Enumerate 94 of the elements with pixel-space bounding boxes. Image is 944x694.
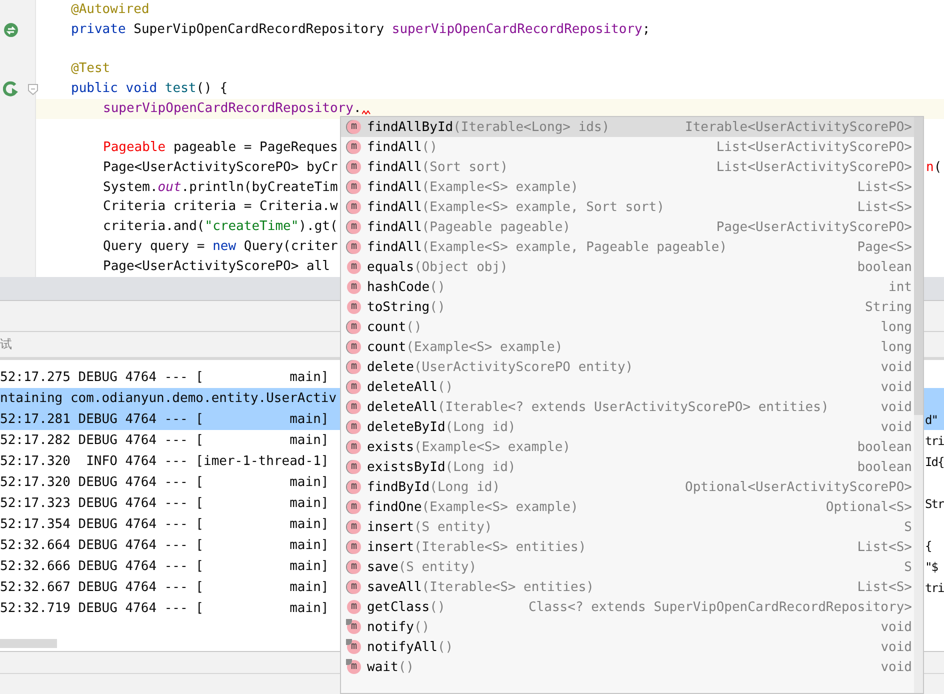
- method-icon: m: [346, 379, 362, 395]
- method-icon: m: [346, 239, 362, 255]
- completion-item[interactable]: m count() long: [341, 317, 914, 337]
- scrollbar-thumb[interactable]: [914, 117, 923, 415]
- code-line: superVipOpenCardRecordRepository.: [103, 100, 362, 117]
- log-line: "$: [925, 560, 938, 574]
- method-icon: m: [346, 579, 362, 595]
- completion-item[interactable]: m insert(S entity) S: [341, 517, 914, 537]
- run-icon[interactable]: [3, 80, 19, 97]
- fold-icon[interactable]: [28, 84, 38, 95]
- completion-item[interactable]: m findAll() List<UserActivityScorePO>: [341, 137, 914, 157]
- code-line: @Autowired: [71, 2, 150, 18]
- completion-item[interactable]: m save(S entity) S: [341, 557, 914, 577]
- completion-item[interactable]: m findAll(Sort sort) List<UserActivityScorePO>: [341, 157, 914, 177]
- method-icon: m: [346, 139, 362, 155]
- code-line: public void test() {: [71, 80, 228, 97]
- method-icon: m: [346, 199, 362, 215]
- method-icon: m: [346, 339, 362, 355]
- log-line: 52:32.664 DEBUG 4764 --- [ main]: [0, 538, 329, 553]
- method-icon: m: [346, 479, 362, 495]
- completion-item[interactable]: m insert(Iterable<S> entities) List<S>: [341, 537, 914, 557]
- method-icon: m: [346, 159, 362, 175]
- completion-item[interactable]: m deleteAll() void: [341, 377, 914, 397]
- code-line: criteria.and("createTime").gt(: [103, 219, 338, 236]
- completion-item[interactable]: m existsById(Long id) boolean: [341, 457, 914, 477]
- method-icon: m: [346, 119, 362, 135]
- run-tab[interactable]: 试: [0, 336, 12, 353]
- completion-item[interactable]: m delete(UserActivityScorePO entity) void: [341, 357, 914, 377]
- log-line: d": [925, 412, 938, 426]
- log-line: 52:17.354 DEBUG 4764 --- [ main]: [0, 517, 329, 532]
- method-icon: m: [346, 359, 362, 375]
- method-icon: m: [346, 259, 362, 275]
- log-line: Id{: [925, 454, 944, 468]
- completion-item[interactable]: m saveAll(Iterable<S> entities) List<S>: [341, 577, 914, 597]
- completion-item[interactable]: m equals(Object obj) boolean: [341, 257, 914, 277]
- log-line: 52:17.282 DEBUG 4764 --- [ main]: [0, 433, 329, 448]
- completion-item[interactable]: m findAll(Example<S> example, Pageable pageable) Page<S>: [341, 237, 914, 257]
- log-line: 52:17.320 DEBUG 4764 --- [ main]: [0, 475, 329, 490]
- completion-item[interactable]: m findById(Long id) Optional<UserActivityScorePO>: [341, 477, 914, 497]
- completion-item[interactable]: m count(Example<S> example) long: [341, 337, 914, 357]
- log-line: 52:32.666 DEBUG 4764 --- [ main]: [0, 559, 329, 574]
- bean-icon[interactable]: [3, 22, 19, 38]
- completion-item[interactable]: m findAll(Pageable pageable) Page<UserActivityScorePO>: [341, 217, 914, 237]
- completion-item[interactable]: m getClass() Class<? extends SuperVipOpenCardRecordRepository>: [341, 597, 914, 617]
- completion-item[interactable]: m notifyAll() void: [341, 637, 914, 657]
- method-icon: m: [346, 419, 362, 435]
- completion-item[interactable]: m deleteAll(Iterable<? extends UserActivityScorePO> entities) void: [341, 397, 914, 417]
- completion-item[interactable]: m hashCode() int: [341, 277, 914, 297]
- code-line: System.out.println(byCreateTim: [103, 180, 338, 196]
- method-icon: m: [346, 599, 362, 615]
- method-icon: m: [346, 399, 362, 415]
- method-icon: m: [346, 639, 362, 655]
- completion-item[interactable]: m deleteById(Long id) void: [341, 417, 914, 437]
- log-line: 52:17.320 INFO 4764 --- [imer-1-thread-1]: [0, 454, 329, 469]
- method-icon: m: [346, 659, 362, 675]
- method-icon: m: [346, 299, 362, 315]
- completion-item[interactable]: m toString() String: [341, 297, 914, 317]
- log-line: tri: [925, 434, 944, 448]
- log-line: 52:32.667 DEBUG 4764 --- [ main]: [0, 580, 329, 595]
- method-icon: m: [346, 279, 362, 295]
- log-line: 52:17.323 DEBUG 4764 --- [ main]: [0, 496, 329, 511]
- log-line: 52:17.281 DEBUG 4764 --- [ main]: [0, 412, 329, 427]
- code-line: Page<UserActivityScorePO> byCr: [103, 160, 338, 176]
- completion-item[interactable]: m findAll(Example<S> example) List<S>: [341, 177, 914, 197]
- code-line: private SuperVipOpenCardRecordRepository superVipOpenCardRecordRepository;: [71, 22, 650, 38]
- code-line: n(: [926, 160, 942, 176]
- log-line: tri: [925, 580, 944, 594]
- method-icon: m: [346, 559, 362, 575]
- code-line: Page<UserActivityScorePO> all: [103, 258, 330, 275]
- scrollbar-thumb[interactable]: [0, 639, 57, 648]
- log-line: Str: [925, 496, 944, 510]
- completion-item[interactable]: m findOne(Example<S> example) Optional<S>: [341, 497, 914, 517]
- method-icon: m: [346, 619, 362, 635]
- code-line: Criteria criteria = Criteria.w: [103, 199, 338, 216]
- log-line: 52:32.719 DEBUG 4764 --- [ main]: [0, 601, 329, 616]
- method-icon: m: [346, 179, 362, 195]
- code-line: @Test: [71, 61, 110, 78]
- method-icon: m: [346, 499, 362, 515]
- log-line: {: [925, 538, 932, 552]
- method-icon: m: [346, 319, 362, 335]
- completion-item[interactable]: m exists(Example<S> example) boolean: [341, 437, 914, 457]
- log-line: 52:17.275 DEBUG 4764 --- [ main]: [0, 370, 329, 385]
- method-icon: m: [346, 219, 362, 235]
- method-icon: m: [346, 459, 362, 475]
- method-icon: m: [346, 519, 362, 535]
- code-line: Pageable pageable = PageReques: [103, 140, 338, 156]
- code-line: Query query = new Query(criter: [103, 238, 338, 255]
- completion-item[interactable]: m findAll(Example<S> example, Sort sort) List<S>: [341, 197, 914, 217]
- method-icon: m: [346, 539, 362, 555]
- log-line: ntaining com.odianyun.demo.entity.UserActiv: [0, 391, 337, 406]
- completion-item[interactable]: m notify() void: [341, 617, 914, 637]
- completion-item[interactable]: m findAllById(Iterable<Long> ids) Iterable<UserActivityScorePO>: [341, 117, 914, 137]
- method-icon: m: [346, 439, 362, 455]
- completion-item[interactable]: m wait() void: [341, 657, 914, 677]
